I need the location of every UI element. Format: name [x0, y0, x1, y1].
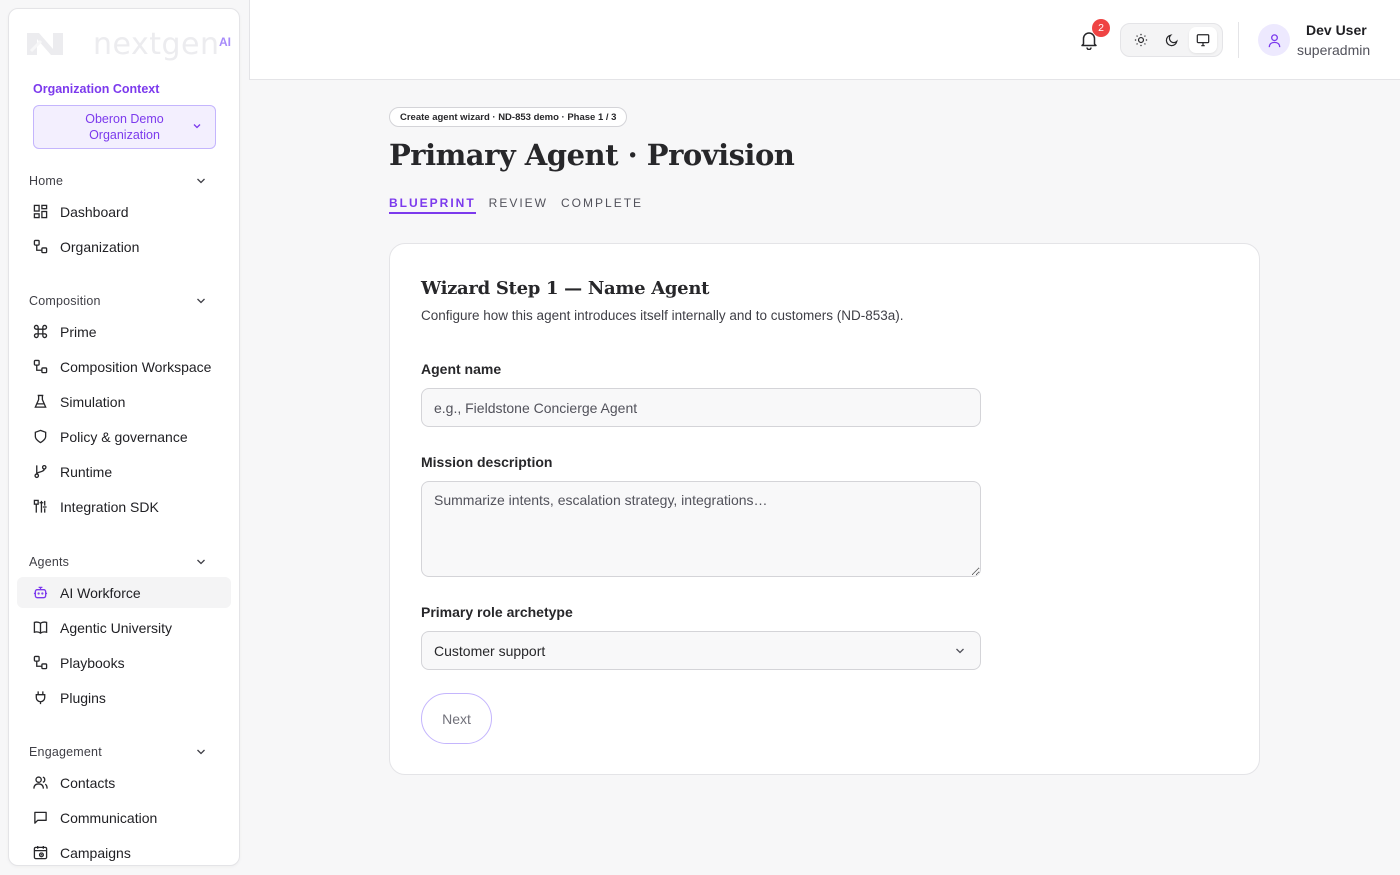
message-icon — [32, 810, 48, 826]
calendar-icon — [32, 845, 48, 861]
section-title: Agents — [29, 555, 70, 569]
monitor-icon — [1196, 34, 1209, 47]
user-name[interactable]: Dev User — [1306, 22, 1367, 38]
chevron-down-icon — [197, 178, 205, 184]
sidebar-item-label: Dashboard — [60, 203, 129, 220]
git-branch-icon — [32, 464, 48, 480]
section-engagement[interactable]: Engagement — [29, 742, 207, 762]
sidebar-item-organization[interactable]: Organization — [17, 231, 231, 262]
sidebar-item-agentic-university[interactable]: Agentic University — [17, 612, 231, 643]
sidebar-item-communication[interactable]: Communication — [17, 802, 231, 833]
sidebar-item-label: Agentic University — [60, 619, 173, 636]
mission-textarea[interactable] — [421, 481, 981, 577]
breadcrumb: Create agent wizard · ND-853 demo · Phas… — [389, 107, 628, 127]
sidebar-item-dashboard[interactable]: Dashboard — [17, 196, 231, 227]
bot-icon — [32, 585, 48, 601]
section-home[interactable]: Home — [29, 171, 207, 191]
sidebar-item-label: AI Workforce — [60, 584, 141, 601]
next-button[interactable]: Next — [421, 693, 492, 744]
section-title: Composition — [29, 294, 101, 308]
sidebar-item-label: Integration SDK — [60, 498, 159, 515]
theme-light-button[interactable] — [1127, 27, 1155, 53]
section-agents[interactable]: Agents — [29, 552, 207, 572]
card-title: Wizard Step 1 — Name Agent — [421, 278, 710, 299]
avatar[interactable] — [1258, 24, 1290, 56]
sidebar-item-label: Organization — [60, 238, 140, 255]
plug-icon — [32, 690, 48, 706]
agent-name-label: Agent name — [421, 361, 502, 377]
dashboard-icon — [32, 204, 48, 220]
theme-dark-button[interactable] — [1158, 27, 1186, 53]
sidebar-item-runtime[interactable]: Runtime — [17, 456, 231, 487]
logo-text: nextgen — [93, 27, 220, 62]
step-blueprint[interactable]: BLUEPRINT — [389, 196, 476, 214]
users-icon — [32, 775, 48, 791]
sidebar-item-label: Communication — [60, 809, 158, 826]
workflow-icon — [32, 239, 48, 255]
shield-icon — [32, 429, 48, 445]
sidebar: nextgen AI Organization Context Oberon D… — [8, 8, 240, 866]
org-select-value: Oberon Demo Organization — [85, 112, 164, 142]
moon-icon — [1165, 34, 1178, 47]
sidebar-item-playbooks[interactable]: Playbooks — [17, 647, 231, 678]
chevron-down-icon — [197, 298, 205, 304]
card-subtitle: Configure how this agent introduces itse… — [421, 308, 904, 323]
brand-logo[interactable]: nextgen AI — [23, 23, 233, 63]
logo-suffix: AI — [219, 35, 231, 49]
wizard-card: Wizard Step 1 — Name Agent Configure how… — [389, 243, 1260, 775]
org-select[interactable]: Oberon Demo Organization — [33, 105, 216, 149]
workflow-icon — [32, 359, 48, 375]
sidebar-item-policy-governance[interactable]: Policy & governance — [17, 421, 231, 452]
chevron-down-icon — [956, 648, 964, 654]
step-review[interactable]: REVIEW — [489, 196, 548, 214]
header-divider — [1238, 22, 1239, 58]
notification-badge: 2 — [1092, 19, 1110, 37]
sidebar-item-campaigns[interactable]: Campaigns — [17, 837, 231, 865]
sun-icon — [1134, 33, 1147, 47]
sidebar-item-label: Campaigns — [60, 844, 131, 861]
mission-label: Mission description — [421, 454, 553, 470]
command-icon — [32, 324, 48, 340]
chevron-down-icon — [197, 749, 205, 755]
section-title: Home — [29, 174, 64, 188]
sidebar-item-integration-sdk[interactable]: Integration SDK — [17, 491, 231, 522]
chevron-down-icon — [193, 124, 201, 129]
top-header: 2 Dev User superadmin — [249, 0, 1400, 80]
sidebar-item-label: Playbooks — [60, 654, 125, 671]
sidebar-item-label: Runtime — [60, 463, 113, 480]
user-role: superadmin — [1297, 42, 1371, 58]
theme-system-button[interactable] — [1188, 27, 1217, 53]
role-select[interactable]: Customer support — [421, 631, 981, 670]
page-title: Primary Agent · Provision — [389, 138, 795, 172]
user-icon — [1268, 33, 1280, 47]
sidebar-item-composition-workspace[interactable]: Composition Workspace — [17, 351, 231, 382]
nextgen-logo-icon — [27, 33, 63, 55]
sidebar-item-prime[interactable]: Prime — [17, 316, 231, 347]
wizard-steps: BLUEPRINT REVIEW COMPLETE — [389, 196, 643, 214]
agent-name-input[interactable] — [421, 388, 981, 427]
flask-icon — [32, 394, 48, 410]
sidebar-item-label: Contacts — [60, 774, 116, 791]
sidebar-item-ai-workforce[interactable]: AI Workforce — [17, 577, 231, 608]
sidebar-item-label: Simulation — [60, 393, 126, 410]
org-context-label: Organization Context — [33, 82, 160, 96]
section-composition[interactable]: Composition — [29, 291, 207, 311]
step-complete[interactable]: COMPLETE — [561, 196, 643, 214]
sidebar-item-label: Plugins — [60, 689, 106, 706]
role-label: Primary role archetype — [421, 604, 573, 620]
sidebar-item-label: Policy & governance — [60, 428, 188, 445]
book-icon — [32, 620, 48, 636]
theme-switcher — [1120, 23, 1223, 57]
sidebar-item-contacts[interactable]: Contacts — [17, 767, 231, 798]
workflow-icon — [32, 655, 48, 671]
sidebar-item-plugins[interactable]: Plugins — [17, 682, 231, 713]
sidebar-item-label: Prime — [60, 323, 97, 340]
role-select-value: Customer support — [434, 642, 546, 659]
sdk-icon — [32, 499, 48, 515]
sidebar-item-label: Composition Workspace — [60, 358, 212, 375]
section-title: Engagement — [29, 745, 102, 759]
chevron-down-icon — [197, 559, 205, 565]
sidebar-item-simulation[interactable]: Simulation — [17, 386, 231, 417]
